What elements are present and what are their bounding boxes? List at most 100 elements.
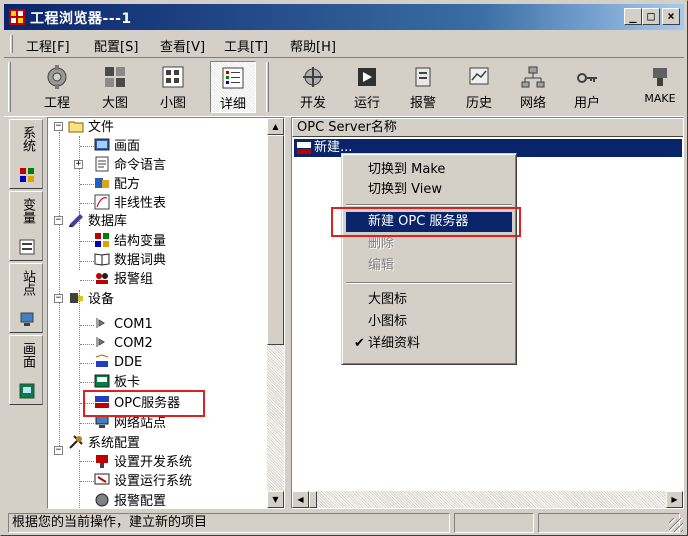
tree-node-com2[interactable]: COM2: [94, 334, 153, 353]
tree-node-nonlinear-table[interactable]: 非线性表: [94, 194, 166, 213]
tree-node-devices[interactable]: 设备: [68, 290, 114, 309]
menu-tools[interactable]: 工具[T]: [224, 36, 268, 55]
menu-delete[interactable]: 删除: [346, 234, 512, 254]
tree-node-alarm-config[interactable]: 报警配置: [94, 492, 166, 508]
minimize-button[interactable]: _: [624, 8, 642, 25]
scroll-right-button[interactable]: ▶: [666, 491, 683, 508]
toolbar-grip-2[interactable]: [266, 62, 269, 112]
tree-line: [79, 290, 80, 434]
menu-details-label: 详细资料: [368, 336, 421, 351]
menu-small-icons[interactable]: 小图标: [346, 312, 512, 332]
toolbar-project-label: 工程: [43, 96, 70, 111]
status-bar: 根据您的当前操作，建立新的项目: [4, 513, 684, 533]
expand-icon[interactable]: +: [74, 160, 83, 169]
collapse-icon[interactable]: −: [54, 216, 63, 225]
column-header[interactable]: OPC Server名称: [292, 118, 683, 137]
menu-details[interactable]: ✔ 详细资料: [346, 334, 512, 354]
scroll-left-button[interactable]: ◀: [292, 491, 309, 508]
toolbar-network-button[interactable]: 网络: [510, 61, 556, 113]
scroll-up-button[interactable]: ▲: [267, 118, 284, 135]
dev-settings-icon: [96, 455, 108, 468]
dde-icon: [95, 354, 109, 367]
app-window: 工程浏览器---1 _ □ × 工程[F] 配置[S] 查看[V] 工具[T] …: [0, 0, 688, 536]
toolbar-alarm-button[interactable]: 报警: [400, 61, 446, 113]
tree-node-label: 结构变量: [114, 234, 167, 249]
tree-line: [80, 280, 94, 281]
tab-system[interactable]: 系统: [9, 119, 43, 189]
menu-project[interactable]: 工程[F]: [26, 36, 70, 55]
toolbar-project-button[interactable]: 工程: [34, 61, 80, 113]
tree-node-system-config[interactable]: 系统配置: [68, 434, 140, 453]
tree-node-struct-variables[interactable]: 结构变量: [94, 232, 166, 251]
tree-node-dde[interactable]: DDE: [94, 353, 142, 372]
collapse-icon[interactable]: −: [54, 294, 63, 303]
tree-line: [80, 382, 94, 383]
tree-node-dev-settings[interactable]: 设置开发系统: [94, 453, 192, 472]
menu-help[interactable]: 帮助[H]: [290, 36, 336, 55]
data-dictionary-icon: [94, 253, 110, 266]
scroll-down-button[interactable]: ▼: [267, 491, 284, 508]
tree-line: [80, 184, 94, 185]
tree-node-alarm-group[interactable]: 报警组: [94, 270, 153, 289]
tab-screens[interactable]: 画面: [9, 335, 43, 405]
collapse-icon[interactable]: −: [54, 446, 63, 455]
small-icons-icon: [162, 66, 184, 88]
project-tree: − + − − − 文件 画面 命令语言 配方 非线性表 数据库 结构变量 数据…: [48, 118, 268, 508]
side-tabs: 系统 变量 站点 画面: [9, 119, 45, 509]
toolbar-grip[interactable]: [8, 62, 11, 112]
tree-node-recipe[interactable]: 配方: [94, 175, 140, 194]
resize-grip[interactable]: [669, 518, 683, 532]
maximize-button[interactable]: □: [642, 8, 660, 25]
nonlinear-table-icon: [94, 194, 110, 210]
tree-node-files[interactable]: 文件: [68, 118, 114, 137]
status-pane-3: [538, 513, 680, 533]
folder-icon: [68, 121, 84, 133]
toolbar-network-label: 网络: [519, 96, 546, 111]
network-icon: [521, 66, 545, 88]
menu-config[interactable]: 配置[S]: [94, 36, 138, 55]
menu-switch-to-make[interactable]: 切换到 Make: [346, 160, 512, 180]
toolbar-make-button[interactable]: MAKE: [638, 61, 682, 113]
tree-node-command-language[interactable]: 命令语言: [94, 156, 166, 175]
tree-node-run-settings[interactable]: 设置运行系统: [94, 472, 192, 491]
tree-scrollbar[interactable]: ▲ ▼: [267, 118, 284, 508]
tree-node-label: 报警组: [114, 272, 154, 287]
list-hscrollbar[interactable]: ◀ ▶: [292, 491, 683, 508]
history-icon: [469, 67, 489, 85]
tree-panel[interactable]: − + − − − 文件 画面 命令语言 配方 非线性表 数据库 结构变量 数据…: [47, 117, 285, 509]
close-button[interactable]: ×: [662, 8, 680, 25]
status-pane-2: [454, 513, 534, 533]
tab-variables[interactable]: 变量: [9, 191, 43, 261]
com-port-icon: [96, 318, 105, 328]
tree-line: [80, 363, 94, 364]
toolbar-develop-button[interactable]: 开发: [290, 61, 336, 113]
tree-node-com1[interactable]: COM1: [94, 315, 153, 334]
toolbar-history-button[interactable]: 历史: [456, 61, 502, 113]
run-icon: [358, 68, 376, 86]
collapse-icon[interactable]: −: [54, 122, 63, 131]
variables-icon: [19, 239, 35, 255]
title-bar[interactable]: 工程浏览器---1 _ □ ×: [4, 4, 684, 30]
toolbar-small-icons-button[interactable]: 小图: [150, 61, 196, 113]
menu-switch-to-view[interactable]: 切换到 View: [346, 180, 512, 200]
menu-edit[interactable]: 编辑: [346, 256, 512, 276]
project-icon: [47, 65, 67, 89]
list-scroll-thumb[interactable]: [309, 491, 317, 508]
recipe-icon: [95, 178, 109, 188]
tree-node-screens[interactable]: 画面: [94, 137, 140, 156]
toolbar-run-button[interactable]: 运行: [344, 61, 390, 113]
tree-node-label: 非线性表: [114, 196, 167, 211]
context-menu: 切换到 Make 切换到 View 新建 OPC 服务器 删除 编辑 大图标 小…: [341, 153, 517, 365]
tree-node-data-dictionary[interactable]: 数据词典: [94, 251, 166, 270]
menu-view[interactable]: 查看[V]: [160, 36, 205, 55]
toolbar-details-button[interactable]: 详细: [210, 61, 256, 113]
menubar-grip[interactable]: [10, 35, 13, 53]
tree-scroll-thumb[interactable]: [267, 135, 284, 345]
tree-node-database[interactable]: 数据库: [68, 212, 127, 231]
tree-node-label: 配方: [114, 177, 141, 192]
toolbar-alarm-label: 报警: [409, 96, 436, 111]
menu-large-icons[interactable]: 大图标: [346, 290, 512, 310]
toolbar-large-icons-button[interactable]: 大图: [92, 61, 138, 113]
toolbar-user-button[interactable]: 用户: [564, 61, 610, 113]
tab-stations[interactable]: 站点: [9, 263, 43, 333]
